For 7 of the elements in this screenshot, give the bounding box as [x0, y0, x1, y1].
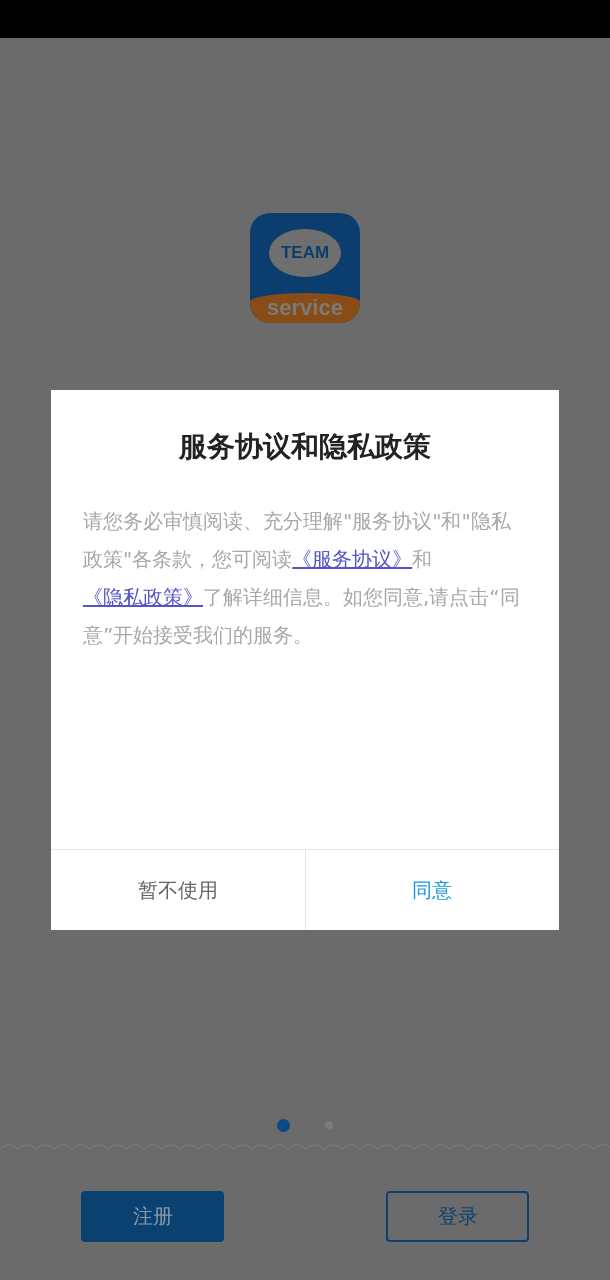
logo-text: TEAM — [280, 243, 330, 263]
dialog-title: 服务协议和隐私政策 — [178, 429, 432, 465]
policy-link[interactable]: 《隐私政策》 — [83, 585, 203, 609]
logo-text: service — [267, 297, 343, 319]
auth-button[interactable]: 注册 — [81, 1191, 224, 1242]
policy-link[interactable]: 《服务协议》 — [292, 547, 413, 571]
dialog-message: 请您务必审慎阅读、充分理解"服务协议"和"隐私政策"各条款，您可阅读《服务协议》和 《隐私政策》了解详细信息。如您同意,请点击“同意”开始接受我们的服务。 — [83, 508, 521, 649]
